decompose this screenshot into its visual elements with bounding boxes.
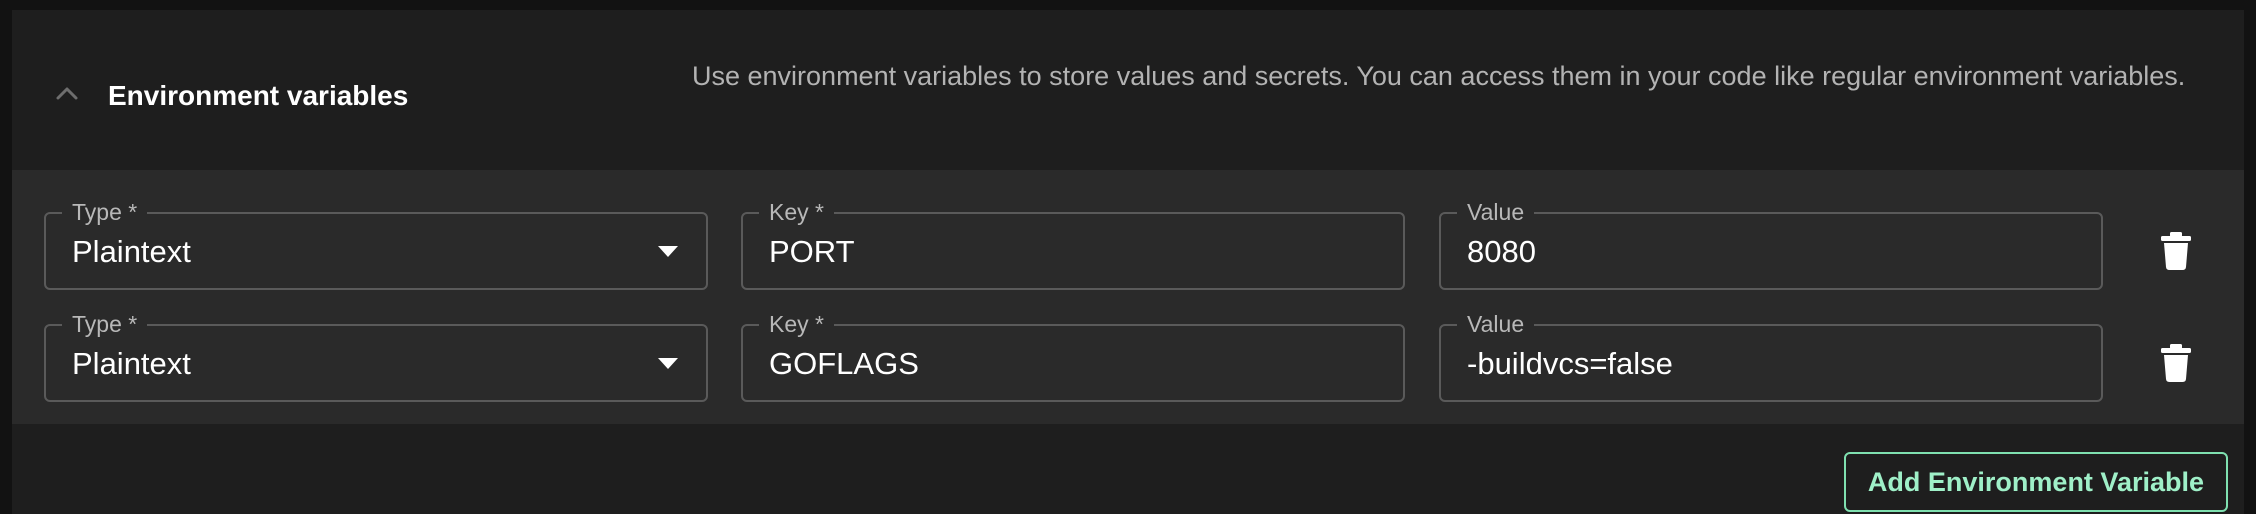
env-var-list: Type * Plaintext Key * PORT Value 8080 T… [12, 170, 2244, 424]
key-input[interactable]: Key * GOFLAGS [741, 310, 1405, 402]
key-label: Key * [759, 310, 834, 338]
section-header: Environment variables Use environment va… [12, 10, 2244, 170]
dropdown-caret-icon [658, 358, 678, 369]
key-label: Key * [759, 198, 834, 226]
value-input[interactable]: Value -buildvcs=false [1439, 310, 2103, 402]
type-value: Plaintext [72, 346, 191, 381]
value-input[interactable]: Value 8080 [1439, 198, 2103, 290]
trash-icon[interactable] [2161, 344, 2191, 382]
section-footer: Add Environment Variable [12, 424, 2244, 514]
key-value: GOFLAGS [769, 346, 919, 381]
type-select[interactable]: Type * Plaintext [44, 310, 708, 402]
dropdown-caret-icon [658, 246, 678, 257]
key-value: PORT [769, 234, 855, 269]
value-label: Value [1457, 310, 1535, 338]
type-value: Plaintext [72, 234, 191, 269]
type-label: Type * [62, 198, 148, 226]
section-title: Environment variables [108, 80, 409, 111]
type-select[interactable]: Type * Plaintext [44, 198, 708, 290]
value-value: -buildvcs=false [1467, 346, 1673, 381]
add-environment-variable-button[interactable]: Add Environment Variable [1843, 452, 2228, 512]
type-label: Type * [62, 310, 148, 338]
value-label: Value [1457, 198, 1535, 226]
chevron-up-icon[interactable] [52, 78, 82, 108]
environment-variables-panel: Environment variables Use environment va… [12, 10, 2244, 514]
key-input[interactable]: Key * PORT [741, 198, 1405, 290]
value-value: 8080 [1467, 234, 1536, 269]
section-description: Use environment variables to store value… [692, 61, 2186, 91]
trash-icon[interactable] [2161, 232, 2191, 270]
